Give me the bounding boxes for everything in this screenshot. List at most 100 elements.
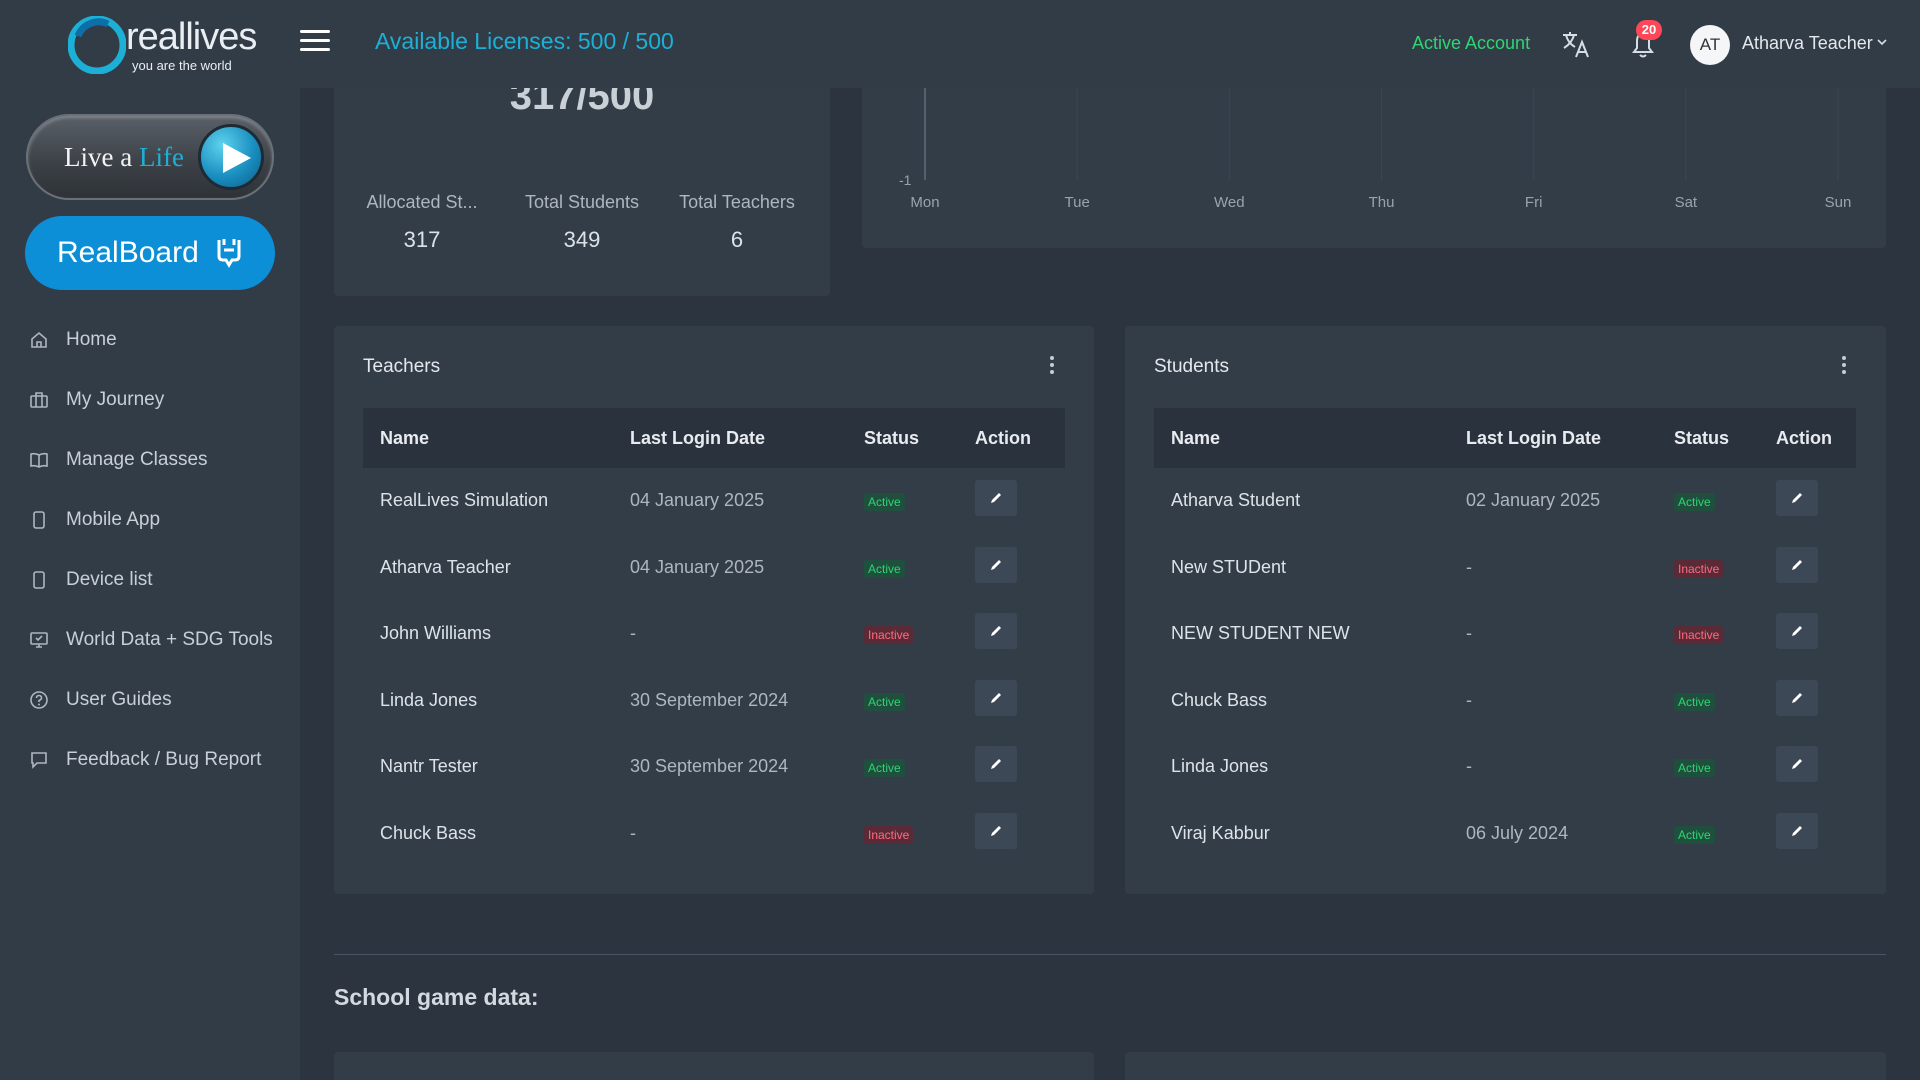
sidebar-item-feedback[interactable]: Feedback / Bug Report [0,730,300,790]
sidebar-item-label: Mobile App [66,509,161,530]
sidebar-item-label: Device list [66,569,153,590]
row-last-login: - [1466,556,1472,577]
table-row: Chuck Bass - Inactive [363,801,1065,867]
students-card: Students Name Last Login Date Status Act… [1125,326,1886,894]
edit-button[interactable] [975,812,1017,849]
edit-button[interactable] [975,679,1017,716]
row-last-login: - [1466,689,1472,710]
col-name: Name [1171,428,1221,448]
col-name: Name [380,428,430,448]
live-text-a: Live a [64,142,139,172]
monitor-icon [28,629,50,651]
row-last-login: 02 January 2025 [1466,490,1601,510]
edit-button[interactable] [1776,613,1818,649]
table-row: RealLives Simulation 04 January 2025 Activ… [363,468,1065,534]
menu-toggle-icon[interactable] [300,30,330,56]
students-more-icon[interactable] [1840,356,1848,378]
status-badge: Inactive [1674,559,1724,578]
row-last-login: - [630,822,636,843]
sidebar-item-user-guides[interactable]: User Guides [0,670,300,730]
x-tick-label: Tue [1065,194,1090,211]
row-name: New STUDent [1171,556,1287,577]
x-tick-label: Sat [1675,194,1698,211]
col-status: Status [1674,428,1730,448]
status-badge: Inactive [1674,626,1724,644]
pencil-icon [1792,759,1802,769]
avatar[interactable]: AT [1690,25,1730,65]
pencil-icon [991,626,1001,636]
row-name: Linda Jones [1171,756,1269,776]
sidebar-item-world-data[interactable]: World Data + SDG Tools [0,610,300,670]
row-last-login: 06 July 2024 [1466,822,1569,843]
logo-mark-icon [68,16,126,74]
live-a-life-button[interactable]: Live a Life [26,114,274,200]
teachers-card: Teachers Name Last Login Date Status Act… [334,326,1094,894]
reallives-logo[interactable]: reallives you are the world [68,14,257,76]
stat-value: 6 [730,227,744,252]
briefcase-icon [28,389,50,411]
x-tick-label: Mon [910,194,939,211]
edit-button[interactable] [975,746,1017,782]
pencil-icon [1792,493,1802,503]
sidebar-item-label: Home [66,329,117,350]
sidebar-item-label: World Data + SDG Tools [66,629,273,650]
game-data-card-right [1125,1052,1886,1080]
edit-button[interactable] [975,546,1017,583]
x-tick-label: Thu [1369,194,1395,211]
school-game-data-title: School game data: [334,984,539,1010]
status-badge: Active [1674,493,1715,511]
row-last-login: 04 January 2025 [630,490,765,510]
account-status: Active Account [1412,33,1531,53]
row-name: NEW STUDENT NEW [1171,623,1350,643]
sidebar-item-mobile-app[interactable]: Mobile App [0,490,300,550]
edit-button[interactable] [1776,679,1818,716]
status-badge: Inactive [864,626,914,644]
edit-button[interactable] [975,480,1017,516]
translate-icon[interactable] [1560,28,1592,60]
sidebar-item-label: Manage Classes [66,449,208,470]
status-badge: Inactive [864,825,914,844]
edit-button[interactable] [975,613,1017,649]
sidebar-item-my-journey[interactable]: My Journey [0,370,300,430]
book-icon [28,449,50,471]
edit-button[interactable] [1776,546,1818,583]
students-title: Students [1154,356,1229,377]
status-badge: Active [864,692,905,711]
sidebar-item-manage-classes[interactable]: Manage Classes [0,430,300,490]
row-last-login: 30 September 2024 [630,756,789,776]
table-row: Nantr Tester 30 September 2024 Active [363,734,1065,800]
stat-total-students: Total Students 349 [507,192,657,253]
user-name[interactable]: Atharva Teacher [1742,33,1873,54]
table-row: Linda Jones - Active [1154,734,1856,800]
row-last-login: - [630,623,636,643]
chevron-down-icon[interactable] [1876,36,1888,48]
pencil-icon [1792,692,1802,703]
pencil-icon [991,759,1001,769]
status-badge: Active [1674,825,1715,844]
available-licenses: Available Licenses: 500 / 500 [375,28,674,54]
sidebar-item-home[interactable]: Home [0,310,300,370]
teachers-title: Teachers [363,356,441,377]
table-row: Atharva Teacher 04 January 2025 Active [363,535,1065,601]
teachers-more-icon[interactable] [1048,356,1056,378]
realboard-button[interactable]: RealBoard [25,216,275,290]
device-icon [28,569,50,591]
stat-label: Total Teachers [679,192,795,212]
edit-button[interactable] [1776,812,1818,849]
row-name: Viraj Kabbur [1171,822,1270,843]
row-last-login: - [1466,756,1472,776]
pencil-icon [991,825,1001,836]
edit-button[interactable] [1776,480,1818,516]
edit-button[interactable] [1776,746,1818,782]
col-last-login: Last Login Date [1466,428,1602,448]
realboard-label: RealBoard [57,236,199,269]
row-last-login: 04 January 2025 [630,556,765,577]
phone-icon [28,509,50,531]
sidebar-item-device-list[interactable]: Device list [0,550,300,610]
status-badge: Active [864,559,905,578]
row-name: Atharva Teacher [380,556,511,577]
sidebar-item-label: My Journey [66,389,165,410]
stat-label: Total Students [524,192,640,212]
license-stats-card: 317/500 Allocated St... 317 Total Studen… [334,60,830,296]
realboard-icon [217,239,241,268]
